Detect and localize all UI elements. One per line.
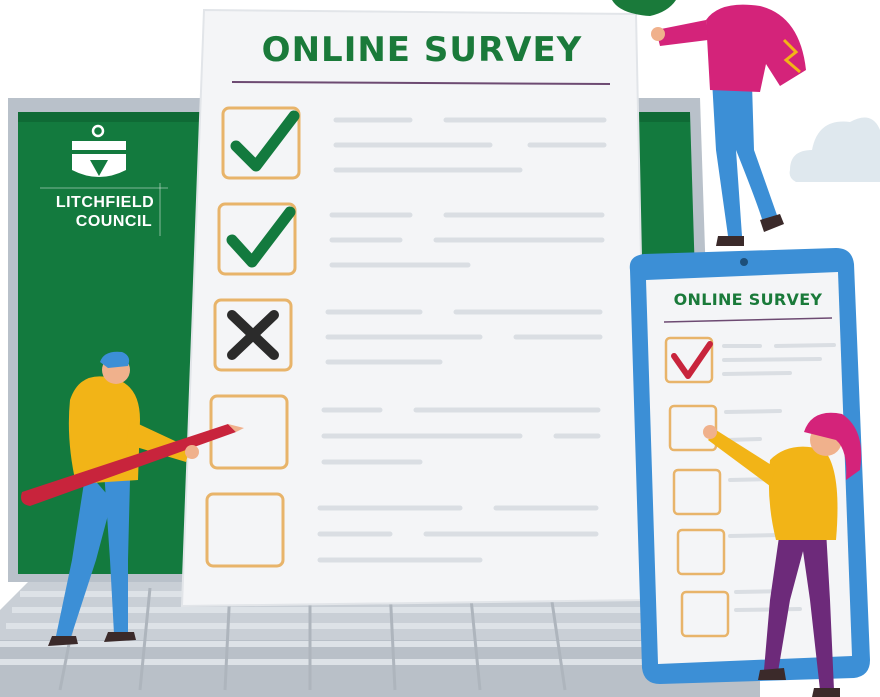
logo-text-line2: COUNCIL [75, 213, 153, 230]
logo-text-line1: LITCHFIELD [55, 194, 155, 211]
phone-survey-title: ONLINE SURVEY [673, 290, 823, 309]
illustration-scene [0, 0, 880, 697]
survey-paper [180, 8, 650, 608]
cloud [789, 117, 880, 182]
survey-title: ONLINE SURVEY [261, 30, 583, 70]
